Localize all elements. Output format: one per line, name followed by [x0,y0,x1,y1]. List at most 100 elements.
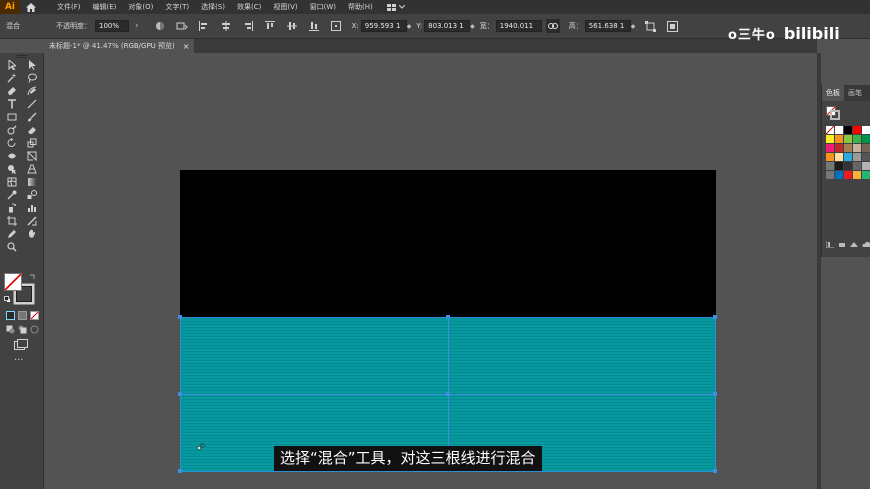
swatch[interactable] [853,144,861,152]
swatch-kind-icon[interactable] [838,241,846,248]
shape-builder-icon[interactable] [5,163,19,175]
selection-handle[interactable] [713,469,717,473]
symbol-sprayer-icon[interactable] [5,202,19,214]
workspace-switcher[interactable] [386,3,405,11]
perspective-grid-icon[interactable] [25,163,39,175]
draw-behind-icon[interactable] [16,323,28,335]
free-transform-icon[interactable] [25,150,39,162]
swatch[interactable] [853,135,861,143]
transform-icon[interactable] [643,19,657,33]
magic-wand-icon[interactable] [5,72,19,84]
shaper-icon[interactable] [5,124,19,136]
draw-inside-icon[interactable] [28,323,40,335]
swatch[interactable] [862,135,870,143]
swatch[interactable] [862,144,870,152]
swatch[interactable] [862,162,870,170]
x-input[interactable]: 959.593 1 [360,20,407,32]
swatch[interactable] [844,144,852,152]
selection-handle[interactable] [178,315,182,319]
align-center-icon[interactable] [219,19,233,33]
transform-reference-icon[interactable] [329,19,343,33]
paintbrush-icon[interactable] [25,111,39,123]
mesh-tool-icon[interactable] [5,176,19,188]
menu-effect[interactable]: 效果(C) [231,0,267,14]
swatch[interactable] [862,126,870,134]
artboard-tool-icon[interactable] [5,215,19,227]
swatch[interactable] [853,126,861,134]
x-stepper-icon[interactable]: ◆ [407,23,412,30]
constrain-proportions-icon[interactable] [545,19,560,33]
swatch-folder-icon[interactable] [826,171,834,179]
menu-select[interactable]: 选择(S) [195,0,231,14]
swatch[interactable] [835,126,843,134]
eraser-icon[interactable] [25,124,39,136]
tab-swatches[interactable]: 色板 [822,85,844,101]
menu-edit[interactable]: 编辑(E) [87,0,123,14]
more-tools-button[interactable]: ··· [14,355,24,366]
lasso-icon[interactable] [25,72,39,84]
default-fill-stroke-icon[interactable] [4,296,11,305]
swatch-options-icon[interactable] [850,241,858,248]
swatch-folder-icon[interactable] [826,162,834,170]
align-to-icon[interactable] [175,19,189,33]
opacity-input[interactable]: 100% [95,20,129,32]
align-middle-icon[interactable] [285,19,299,33]
align-right-icon[interactable] [241,19,255,33]
align-top-icon[interactable] [263,19,277,33]
home-icon[interactable] [20,0,42,14]
swatch[interactable] [835,162,843,170]
align-left-icon[interactable] [197,19,211,33]
swatch[interactable] [853,153,861,161]
recolor-icon[interactable] [153,19,167,33]
rotate-icon[interactable] [5,137,19,149]
swatch[interactable] [844,162,852,170]
selection-handle[interactable] [178,469,182,473]
line-tool-icon[interactable] [25,98,39,110]
swatch[interactable] [835,171,843,179]
swatch[interactable] [853,171,861,179]
width-input[interactable]: 1940.011 [495,20,542,32]
y-stepper-icon[interactable]: ◆ [470,23,475,30]
width-tool-icon[interactable] [5,150,19,162]
pen-tool-icon[interactable] [5,85,19,97]
selection-handle[interactable] [713,315,717,319]
selection-handle[interactable] [178,392,182,396]
height-input[interactable]: 561.638 1 [584,20,631,32]
draw-normal-icon[interactable] [4,323,16,335]
none-mode-icon[interactable] [28,309,40,321]
selection-handle[interactable] [713,392,717,396]
menu-type[interactable]: 文字(T) [159,0,195,14]
swatch[interactable] [844,153,852,161]
column-graph-icon[interactable] [25,202,39,214]
swatch[interactable] [844,126,852,134]
hand-tool-icon[interactable] [25,228,39,240]
swatch[interactable] [826,126,834,134]
zoom-tool-icon[interactable] [5,241,19,253]
height-stepper-icon[interactable]: ◆ [631,23,636,30]
menu-view[interactable]: 视图(V) [267,0,303,14]
align-bottom-icon[interactable] [307,19,321,33]
black-rectangle[interactable] [180,170,716,317]
selection-handle[interactable] [446,392,450,396]
swatch[interactable] [835,135,843,143]
swatch[interactable] [862,171,870,179]
close-icon[interactable]: × [183,42,190,51]
blend-tool-icon[interactable] [25,189,39,201]
opacity-arrow-icon[interactable]: › [135,21,139,31]
swatch[interactable] [835,153,843,161]
gradient-mode-icon[interactable] [16,309,28,321]
document-tab[interactable]: 未标题-1* @ 41.47% (RGB/GPU 预览) × [44,39,194,53]
isolate-icon[interactable] [665,19,679,33]
swatch[interactable] [826,144,834,152]
y-input[interactable]: 803.013 1 [424,20,471,32]
selection-handle[interactable] [446,315,450,319]
swatch-fill-stroke-icon[interactable] [826,106,840,122]
swatch[interactable] [844,135,852,143]
swatch[interactable] [835,144,843,152]
eyedropper-icon[interactable] [5,189,19,201]
rectangle-tool-icon[interactable] [5,111,19,123]
screen-mode-icon[interactable] [14,339,28,352]
swatch-library-icon[interactable] [826,241,834,248]
menu-window[interactable]: 窗口(W) [304,0,342,14]
swatch[interactable] [826,135,834,143]
